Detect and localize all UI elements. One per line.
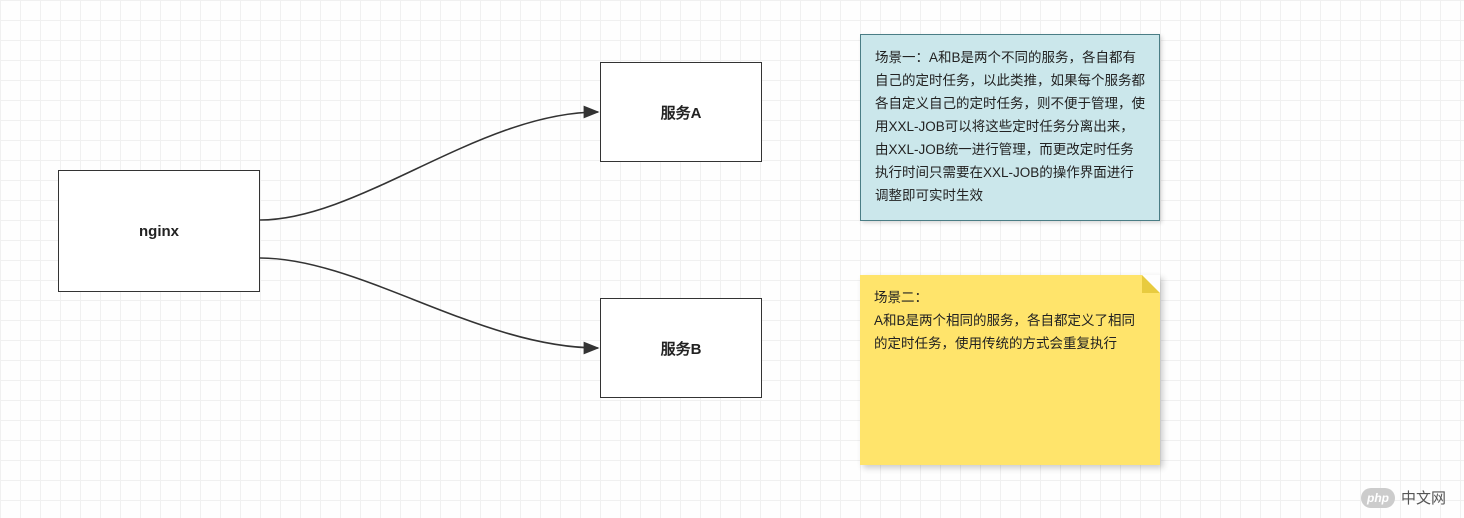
note-scenario-2-text: 场景二： A和B是两个相同的服务，各自都定义了相同的定时任务，使用传统的方式会重… (874, 290, 1135, 351)
node-service-a-label: 服务A (661, 102, 702, 123)
node-service-b-label: 服务B (661, 338, 702, 359)
logo-badge: php (1361, 488, 1395, 508)
note-scenario-2: 场景二： A和B是两个相同的服务，各自都定义了相同的定时任务，使用传统的方式会重… (860, 275, 1160, 465)
watermark-logo: php 中文网 (1361, 487, 1446, 508)
node-nginx-label: nginx (139, 223, 179, 240)
logo-text: 中文网 (1401, 487, 1446, 508)
node-nginx: nginx (58, 170, 260, 292)
node-service-b: 服务B (600, 298, 762, 398)
arrow-nginx-to-serviceA (260, 112, 598, 220)
note-scenario-1: 场景一：A和B是两个不同的服务，各自都有自己的定时任务，以此类推，如果每个服务都… (860, 34, 1160, 221)
node-service-a: 服务A (600, 62, 762, 162)
arrow-nginx-to-serviceB (260, 258, 598, 348)
note-scenario-1-text: 场景一：A和B是两个不同的服务，各自都有自己的定时任务，以此类推，如果每个服务都… (875, 50, 1145, 203)
